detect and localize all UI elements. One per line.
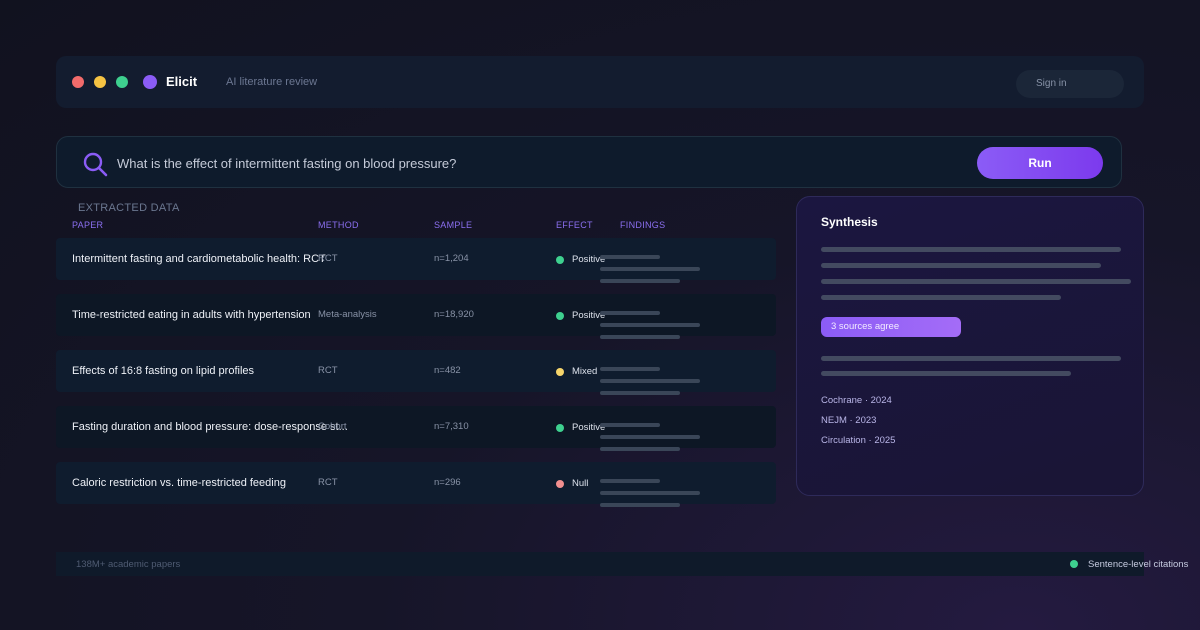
run-button[interactable]: Run bbox=[977, 147, 1103, 179]
paper-sample: n=1,204 bbox=[434, 253, 469, 264]
sign-in-button[interactable]: Sign in bbox=[1016, 70, 1124, 98]
source-citation-link[interactable]: Cochrane · 2024 bbox=[821, 395, 892, 406]
footer-bar: 138M+ academic papers bbox=[56, 552, 1144, 576]
table-row[interactable]: Effects of 16:8 fasting on lipid profile… bbox=[56, 350, 776, 395]
footer-paper-count: 138M+ academic papers bbox=[76, 559, 181, 570]
paper-title[interactable]: Intermittent fasting and cardiometabolic… bbox=[72, 238, 326, 280]
effect-label: Positive bbox=[572, 422, 606, 433]
findings-placeholder-line bbox=[600, 255, 660, 259]
app-header: Elicit AI literature review Sign in bbox=[56, 56, 1144, 108]
effect-label: Mixed bbox=[572, 366, 598, 377]
search-input[interactable] bbox=[117, 151, 957, 175]
paper-title[interactable]: Effects of 16:8 fasting on lipid profile… bbox=[72, 350, 254, 392]
paper-sample: n=18,920 bbox=[434, 309, 474, 320]
window-minimize-dot[interactable] bbox=[94, 76, 106, 88]
column-header-effect[interactable]: EFFECT bbox=[556, 220, 593, 230]
search-icon bbox=[83, 152, 108, 177]
findings-placeholder-line bbox=[600, 311, 660, 315]
effect-status-dot bbox=[556, 480, 564, 488]
brand-name: Elicit bbox=[166, 74, 198, 89]
findings-placeholder-line bbox=[600, 503, 680, 507]
findings-placeholder-line bbox=[600, 491, 700, 495]
sources-agree-badge: 3 sources agree bbox=[821, 317, 961, 337]
effect-status-dot bbox=[556, 368, 564, 376]
citations-status-dot bbox=[1070, 560, 1078, 568]
table-row[interactable]: Caloric restriction vs. time-restricted … bbox=[56, 462, 776, 507]
effect-status-dot bbox=[556, 256, 564, 264]
paper-title[interactable]: Caloric restriction vs. time-restricted … bbox=[72, 462, 286, 504]
footer-citations-label: Sentence-level citations bbox=[1088, 559, 1189, 570]
findings-placeholder-line bbox=[600, 379, 700, 383]
paper-sample: n=296 bbox=[434, 477, 461, 488]
paper-sample: n=482 bbox=[434, 365, 461, 376]
synthesis-text-placeholder bbox=[821, 247, 1121, 252]
brand-tagline: AI literature review bbox=[226, 76, 318, 88]
findings-placeholder-line bbox=[600, 479, 660, 483]
paper-method: RCT bbox=[318, 477, 338, 488]
paper-sample: n=7,310 bbox=[434, 421, 469, 432]
findings-placeholder-line bbox=[600, 435, 700, 439]
window-maximize-dot[interactable] bbox=[116, 76, 128, 88]
synthesis-text-placeholder bbox=[821, 279, 1131, 284]
synthesis-title: Synthesis bbox=[821, 215, 878, 229]
synthesis-text-placeholder bbox=[821, 295, 1061, 300]
findings-placeholder-line bbox=[600, 335, 680, 339]
paper-title[interactable]: Fasting duration and blood pressure: dos… bbox=[72, 406, 348, 448]
synthesis-text-placeholder bbox=[821, 356, 1121, 361]
search-bar: Run bbox=[56, 136, 1122, 188]
synthesis-text-placeholder bbox=[821, 371, 1071, 376]
source-citation-link[interactable]: NEJM · 2023 bbox=[821, 415, 876, 426]
table-row[interactable]: Fasting duration and blood pressure: dos… bbox=[56, 406, 776, 451]
column-header-findings[interactable]: FINDINGS bbox=[620, 220, 665, 230]
synthesis-text-placeholder bbox=[821, 263, 1101, 268]
table-row[interactable]: Intermittent fasting and cardiometabolic… bbox=[56, 238, 776, 283]
table-row[interactable]: Time-restricted eating in adults with hy… bbox=[56, 294, 776, 339]
findings-placeholder-line bbox=[600, 391, 680, 395]
synthesis-panel: Synthesis 3 sources agree Cochrane · 202… bbox=[796, 196, 1144, 496]
paper-method: Meta-analysis bbox=[318, 309, 377, 320]
findings-placeholder-line bbox=[600, 267, 700, 271]
findings-placeholder-line bbox=[600, 279, 680, 283]
column-header-method[interactable]: METHOD bbox=[318, 220, 359, 230]
effect-status-dot bbox=[556, 312, 564, 320]
paper-method: RCT bbox=[318, 253, 338, 264]
logo-icon bbox=[143, 75, 157, 89]
effect-label: Positive bbox=[572, 254, 606, 265]
paper-method: Cohort bbox=[318, 421, 347, 432]
paper-method: RCT bbox=[318, 365, 338, 376]
findings-placeholder-line bbox=[600, 447, 680, 451]
column-header-paper[interactable]: PAPER bbox=[72, 220, 103, 230]
findings-placeholder-line bbox=[600, 367, 660, 371]
column-header-sample[interactable]: SAMPLE bbox=[434, 220, 472, 230]
findings-placeholder-line bbox=[600, 323, 700, 327]
effect-label: Null bbox=[572, 478, 589, 489]
window-close-dot[interactable] bbox=[72, 76, 84, 88]
effect-status-dot bbox=[556, 424, 564, 432]
findings-placeholder-line bbox=[600, 423, 660, 427]
source-citation-link[interactable]: Circulation · 2025 bbox=[821, 435, 895, 446]
paper-title[interactable]: Time-restricted eating in adults with hy… bbox=[72, 294, 311, 336]
section-title: EXTRACTED DATA bbox=[78, 202, 180, 214]
effect-label: Positive bbox=[572, 310, 606, 321]
